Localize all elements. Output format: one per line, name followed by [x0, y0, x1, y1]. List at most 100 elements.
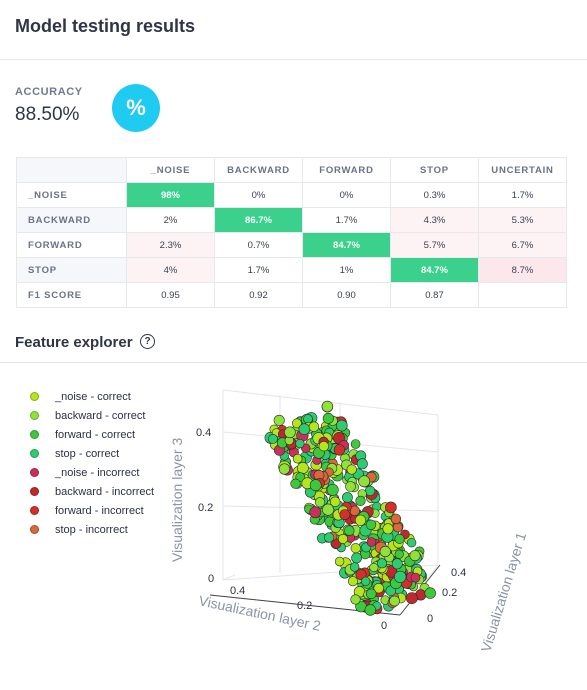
z-tick-label: 0.4 — [196, 427, 211, 439]
data-point — [390, 513, 402, 525]
table-cell: 1.7% — [302, 207, 391, 233]
data-point — [267, 434, 278, 444]
data-point — [356, 458, 368, 470]
z-tick-label: 0 — [208, 573, 214, 585]
legend-label: stop - incorrect — [55, 523, 128, 536]
legend-label: backward - incorrect — [55, 485, 155, 498]
table-cell: 0% — [302, 182, 391, 208]
table-cell: 0.92 — [214, 282, 303, 308]
feature-explorer-header: Feature explorer ? — [0, 330, 587, 363]
legend-item[interactable]: forward - correct — [30, 425, 154, 444]
table-cell: 1.7% — [478, 182, 567, 208]
legend-marker — [30, 506, 39, 515]
data-point — [409, 550, 421, 562]
data-point — [324, 532, 335, 543]
table-cell: 86.7% — [214, 207, 303, 233]
legend-marker — [30, 392, 39, 401]
data-point — [339, 509, 351, 520]
legend-label: backward - correct — [55, 409, 146, 422]
table-cell: 98% — [126, 182, 215, 208]
data-point — [365, 588, 377, 600]
data-point — [365, 519, 377, 531]
table-cell: 0% — [214, 182, 303, 208]
data-point — [330, 496, 341, 507]
table-row: F1 SCORE 0.95 0.92 0.90 0.87 — [16, 282, 567, 308]
x-tick-label: 0 — [381, 620, 387, 632]
legend-item[interactable]: forward - incorrect — [30, 501, 154, 520]
data-point — [278, 463, 291, 475]
data-point — [389, 595, 400, 607]
table-cell: 84.7% — [302, 232, 391, 258]
data-point — [290, 478, 301, 489]
x-axis-title: Visualization layer 2 — [197, 592, 322, 634]
data-point — [334, 556, 345, 567]
data-point — [344, 525, 355, 536]
scatter-points — [264, 400, 436, 616]
data-point — [346, 464, 357, 475]
legend-item[interactable]: stop - correct — [30, 444, 154, 463]
accuracy-value: 88.50% — [15, 104, 80, 125]
legend-label: _noise - incorrect — [55, 466, 140, 479]
legend-item[interactable]: _noise - correct — [30, 387, 154, 406]
data-point — [308, 421, 320, 432]
accuracy-label: ACCURACY — [15, 86, 83, 98]
y-axis-title: Visualization layer 1 — [478, 530, 530, 654]
data-point — [424, 587, 436, 599]
data-point — [410, 572, 421, 583]
data-point — [376, 558, 387, 569]
y-tick-label: 0 — [427, 613, 433, 625]
data-point — [284, 426, 296, 439]
data-point — [366, 537, 377, 547]
legend-item[interactable]: _noise - incorrect — [30, 463, 154, 482]
data-point — [347, 576, 358, 587]
row-header: F1 SCORE — [16, 282, 127, 308]
table-cell: 5.7% — [390, 232, 479, 258]
table-cell: 0.95 — [126, 282, 215, 308]
column-header: _NOISE — [126, 157, 215, 183]
y-tick-label: 0.2 — [442, 587, 457, 599]
z-tick-label: 0.2 — [198, 502, 213, 514]
data-point — [406, 538, 417, 548]
data-point — [369, 562, 379, 573]
data-point — [298, 423, 311, 436]
legend-marker — [30, 525, 39, 534]
data-point — [337, 533, 348, 544]
legend-item[interactable]: backward - correct — [30, 406, 154, 425]
data-point — [391, 558, 403, 570]
legend-marker — [30, 411, 39, 420]
legend-label: _noise - correct — [55, 390, 131, 403]
table-row: _NOISE 98% 0% 0% 0.3% 1.7% — [16, 182, 567, 208]
data-point — [364, 604, 376, 616]
legend-item[interactable]: stop - incorrect — [30, 520, 154, 539]
data-point — [392, 522, 403, 533]
table-cell: 0.87 — [390, 282, 479, 308]
table-row: BACKWARD 2% 86.7% 1.7% 4.3% 5.3% — [16, 207, 567, 233]
z-axis-title: Visualization layer 3 — [169, 438, 185, 562]
data-point — [341, 492, 353, 503]
data-point — [350, 543, 361, 554]
data-point — [358, 475, 371, 488]
data-point — [350, 594, 361, 605]
legend-label: forward - incorrect — [55, 504, 144, 517]
page-title: Model testing results — [15, 16, 196, 36]
legend-marker — [30, 449, 39, 458]
plot-legend: _noise - correct backward - correct forwar… — [30, 387, 154, 539]
table-cell: 4% — [126, 257, 215, 283]
data-point — [385, 501, 397, 514]
data-point — [335, 419, 348, 432]
table-cell: 1% — [302, 257, 391, 283]
x-tick-label: 0.4 — [230, 585, 245, 597]
column-header: UNCERTAIN — [478, 157, 567, 183]
data-point — [394, 533, 405, 544]
legend-marker — [30, 468, 39, 477]
question-circle-icon[interactable]: ? — [140, 334, 155, 349]
legend-marker — [30, 487, 39, 496]
table-cell — [478, 282, 567, 308]
table-cell: 0.3% — [390, 182, 479, 208]
table-cell: 0.90 — [302, 282, 391, 308]
data-point — [405, 592, 418, 604]
row-header: _NOISE — [16, 182, 127, 208]
table-cell: 2% — [126, 207, 215, 233]
legend-label: stop - correct — [55, 447, 120, 460]
legend-item[interactable]: backward - incorrect — [30, 482, 154, 501]
